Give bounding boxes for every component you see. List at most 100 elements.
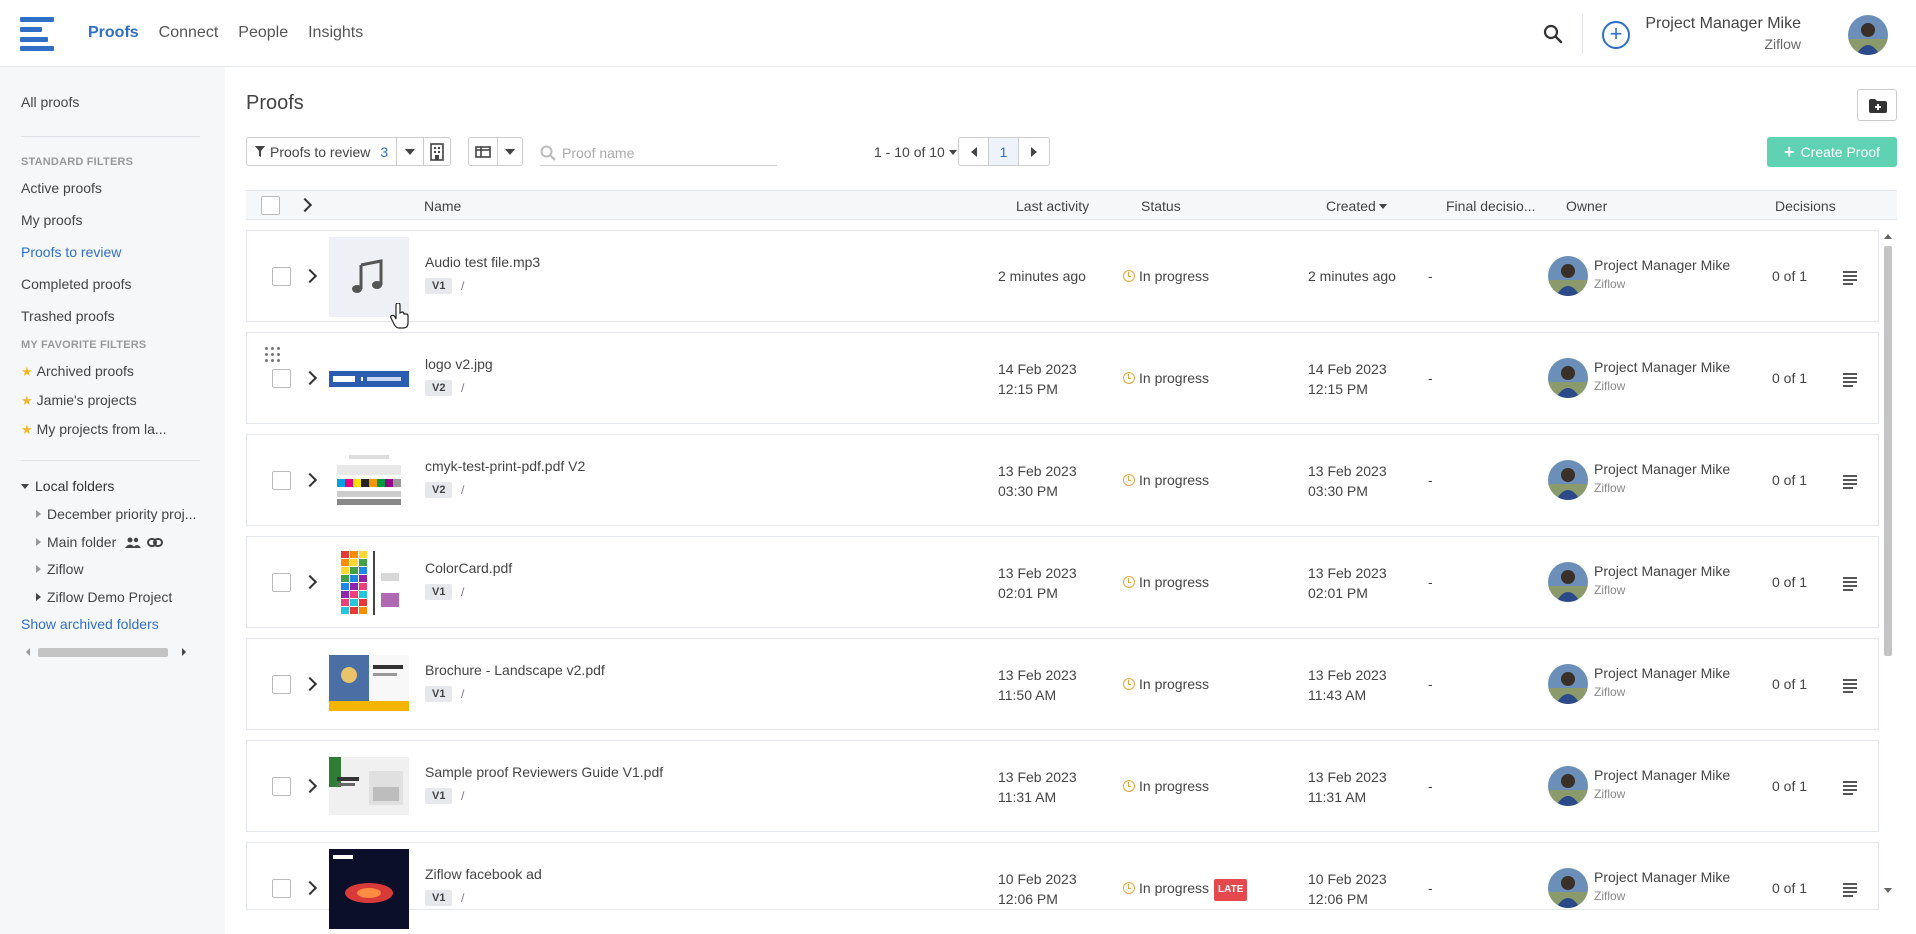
folder-december-priority[interactable]: December priority proj... — [36, 506, 196, 522]
expand-row-icon[interactable] — [302, 370, 318, 386]
nav-connect[interactable]: Connect — [159, 24, 219, 42]
expand-all-icon[interactable] — [297, 197, 313, 213]
row-checkbox[interactable] — [272, 675, 291, 694]
scroll-left-icon[interactable] — [26, 648, 30, 656]
expand-row-icon[interactable] — [302, 268, 318, 284]
app-menu-icon[interactable] — [20, 17, 54, 51]
proof-thumbnail[interactable] — [329, 441, 409, 521]
version-badge[interactable]: V2 — [425, 482, 453, 498]
table-row[interactable]: cmyk-test-print-pdf.pdf V2 V2 / 13 Feb 2023… — [246, 434, 1879, 526]
table-row[interactable]: ColorCard.pdf V1 / 13 Feb 2023 02:01 PM In pr… — [246, 536, 1879, 628]
row-checkbox[interactable] — [272, 267, 291, 286]
sidebar-horizontal-scrollbar[interactable] — [24, 645, 190, 659]
row-menu-icon[interactable] — [1843, 271, 1857, 285]
show-archived-folders-link[interactable]: Show archived folders — [21, 616, 159, 632]
plus-icon[interactable]: + — [1602, 21, 1630, 49]
folder-ziflow-demo[interactable]: Ziflow Demo Project — [36, 589, 172, 605]
proof-thumbnail[interactable] — [329, 543, 409, 623]
decisions-count[interactable]: 0 of 1 — [1772, 572, 1807, 592]
proof-thumbnail[interactable] — [329, 747, 409, 827]
nav-proofs[interactable]: Proofs — [88, 24, 139, 42]
row-menu-icon[interactable] — [1843, 475, 1857, 489]
expand-row-icon[interactable] — [302, 880, 318, 896]
sidebar-item-proofs-to-review[interactable]: Proofs to review — [21, 244, 121, 260]
column-last-activity[interactable]: Last activity — [1016, 198, 1089, 214]
folder-ziflow[interactable]: Ziflow — [36, 561, 84, 577]
decisions-count[interactable]: 0 of 1 — [1772, 776, 1807, 796]
pagination-count[interactable]: 1 - 10 of 10 — [874, 144, 957, 160]
sidebar-item-active-proofs[interactable]: Active proofs — [21, 180, 102, 196]
columns-button[interactable] — [469, 138, 498, 165]
column-decisions[interactable]: Decisions — [1775, 198, 1836, 214]
sidebar-item-jamies-projects[interactable]: ★ Jamie's projects — [21, 392, 137, 409]
scroll-thumb[interactable] — [1884, 246, 1892, 656]
user-menu[interactable]: Project Manager Mike Ziflow — [1645, 15, 1801, 52]
table-row[interactable]: Audio test file.mp3 V1 / 2 minutes ago In pr… — [246, 230, 1879, 322]
row-checkbox[interactable] — [272, 777, 291, 796]
proof-name[interactable]: ColorCard.pdf — [425, 560, 512, 576]
sidebar-item-archived-proofs[interactable]: ★ Archived proofs — [21, 363, 134, 380]
proof-name[interactable]: Brochure - Landscape v2.pdf — [425, 662, 605, 678]
scroll-down-icon[interactable] — [1884, 888, 1892, 893]
expand-row-icon[interactable] — [302, 778, 318, 794]
drag-handle-icon[interactable] — [265, 347, 281, 363]
next-page-button[interactable] — [1019, 138, 1049, 165]
proof-name[interactable]: Audio test file.mp3 — [425, 254, 540, 270]
sidebar-item-all-proofs[interactable]: All proofs — [21, 94, 79, 110]
page-number[interactable]: 1 — [989, 138, 1019, 165]
row-checkbox[interactable] — [272, 369, 291, 388]
column-status[interactable]: Status — [1141, 198, 1181, 214]
list-vertical-scrollbar[interactable] — [1880, 230, 1896, 898]
sidebar-item-completed-proofs[interactable]: Completed proofs — [21, 276, 132, 292]
version-badge[interactable]: V1 — [425, 278, 453, 294]
filter-dropdown-button[interactable] — [397, 138, 425, 165]
decisions-count[interactable]: 0 of 1 — [1772, 266, 1807, 286]
version-badge[interactable]: V1 — [425, 584, 453, 600]
search-input[interactable] — [562, 144, 762, 161]
proof-thumbnail[interactable] — [329, 849, 409, 929]
nav-insights[interactable]: Insights — [308, 24, 363, 42]
version-badge[interactable]: V1 — [425, 890, 453, 906]
table-row[interactable]: logo v2.jpg V2 / 14 Feb 2023 12:15 PM In prog… — [246, 332, 1879, 424]
decisions-count[interactable]: 0 of 1 — [1772, 878, 1807, 898]
new-folder-button[interactable] — [1857, 89, 1897, 121]
table-row[interactable]: Sample proof Reviewers Guide V1.pdf V1 / 13… — [246, 740, 1879, 832]
select-all-checkbox[interactable] — [261, 196, 280, 215]
column-owner[interactable]: Owner — [1566, 198, 1607, 214]
table-row[interactable]: Brochure - Landscape v2.pdf V1 / 13 Feb 202… — [246, 638, 1879, 730]
local-folders-toggle[interactable]: Local folders — [21, 478, 114, 494]
proof-name[interactable]: Ziflow facebook ad — [425, 866, 542, 882]
proof-name[interactable]: cmyk-test-print-pdf.pdf V2 — [425, 458, 585, 474]
row-menu-icon[interactable] — [1843, 679, 1857, 693]
search-icon[interactable] — [1543, 24, 1563, 44]
company-filter-button[interactable] — [424, 138, 450, 165]
row-menu-icon[interactable] — [1843, 373, 1857, 387]
decisions-count[interactable]: 0 of 1 — [1772, 368, 1807, 388]
proof-thumbnail[interactable] — [329, 339, 409, 419]
scroll-thumb[interactable] — [38, 648, 168, 657]
column-name[interactable]: Name — [424, 198, 461, 214]
proof-thumbnail[interactable] — [329, 645, 409, 725]
expand-row-icon[interactable] — [302, 472, 318, 488]
prev-page-button[interactable] — [959, 138, 989, 165]
table-row[interactable]: Ziflow facebook ad V1 / 10 Feb 2023 12:06 PM… — [246, 842, 1879, 929]
row-checkbox[interactable] — [272, 879, 291, 898]
sidebar-item-my-proofs[interactable]: My proofs — [21, 212, 82, 228]
row-menu-icon[interactable] — [1843, 577, 1857, 591]
version-badge[interactable]: V1 — [425, 686, 453, 702]
sidebar-item-my-projects[interactable]: ★ My projects from la... — [21, 421, 167, 438]
nav-people[interactable]: People — [238, 24, 288, 42]
avatar[interactable] — [1848, 15, 1888, 55]
version-badge[interactable]: V2 — [425, 380, 453, 396]
filter-button[interactable]: Proofs to review 3 — [247, 138, 398, 165]
create-proof-button[interactable]: + Create Proof — [1767, 137, 1897, 167]
layout-dropdown-button[interactable] — [498, 138, 522, 165]
proof-name[interactable]: Sample proof Reviewers Guide V1.pdf — [425, 764, 663, 780]
expand-row-icon[interactable] — [302, 676, 318, 692]
folder-main[interactable]: Main folder — [36, 534, 164, 550]
row-checkbox[interactable] — [272, 471, 291, 490]
scroll-up-icon[interactable] — [1884, 234, 1892, 239]
sidebar-item-trashed-proofs[interactable]: Trashed proofs — [21, 308, 115, 324]
column-created[interactable]: Created — [1326, 198, 1387, 214]
row-menu-icon[interactable] — [1843, 781, 1857, 795]
